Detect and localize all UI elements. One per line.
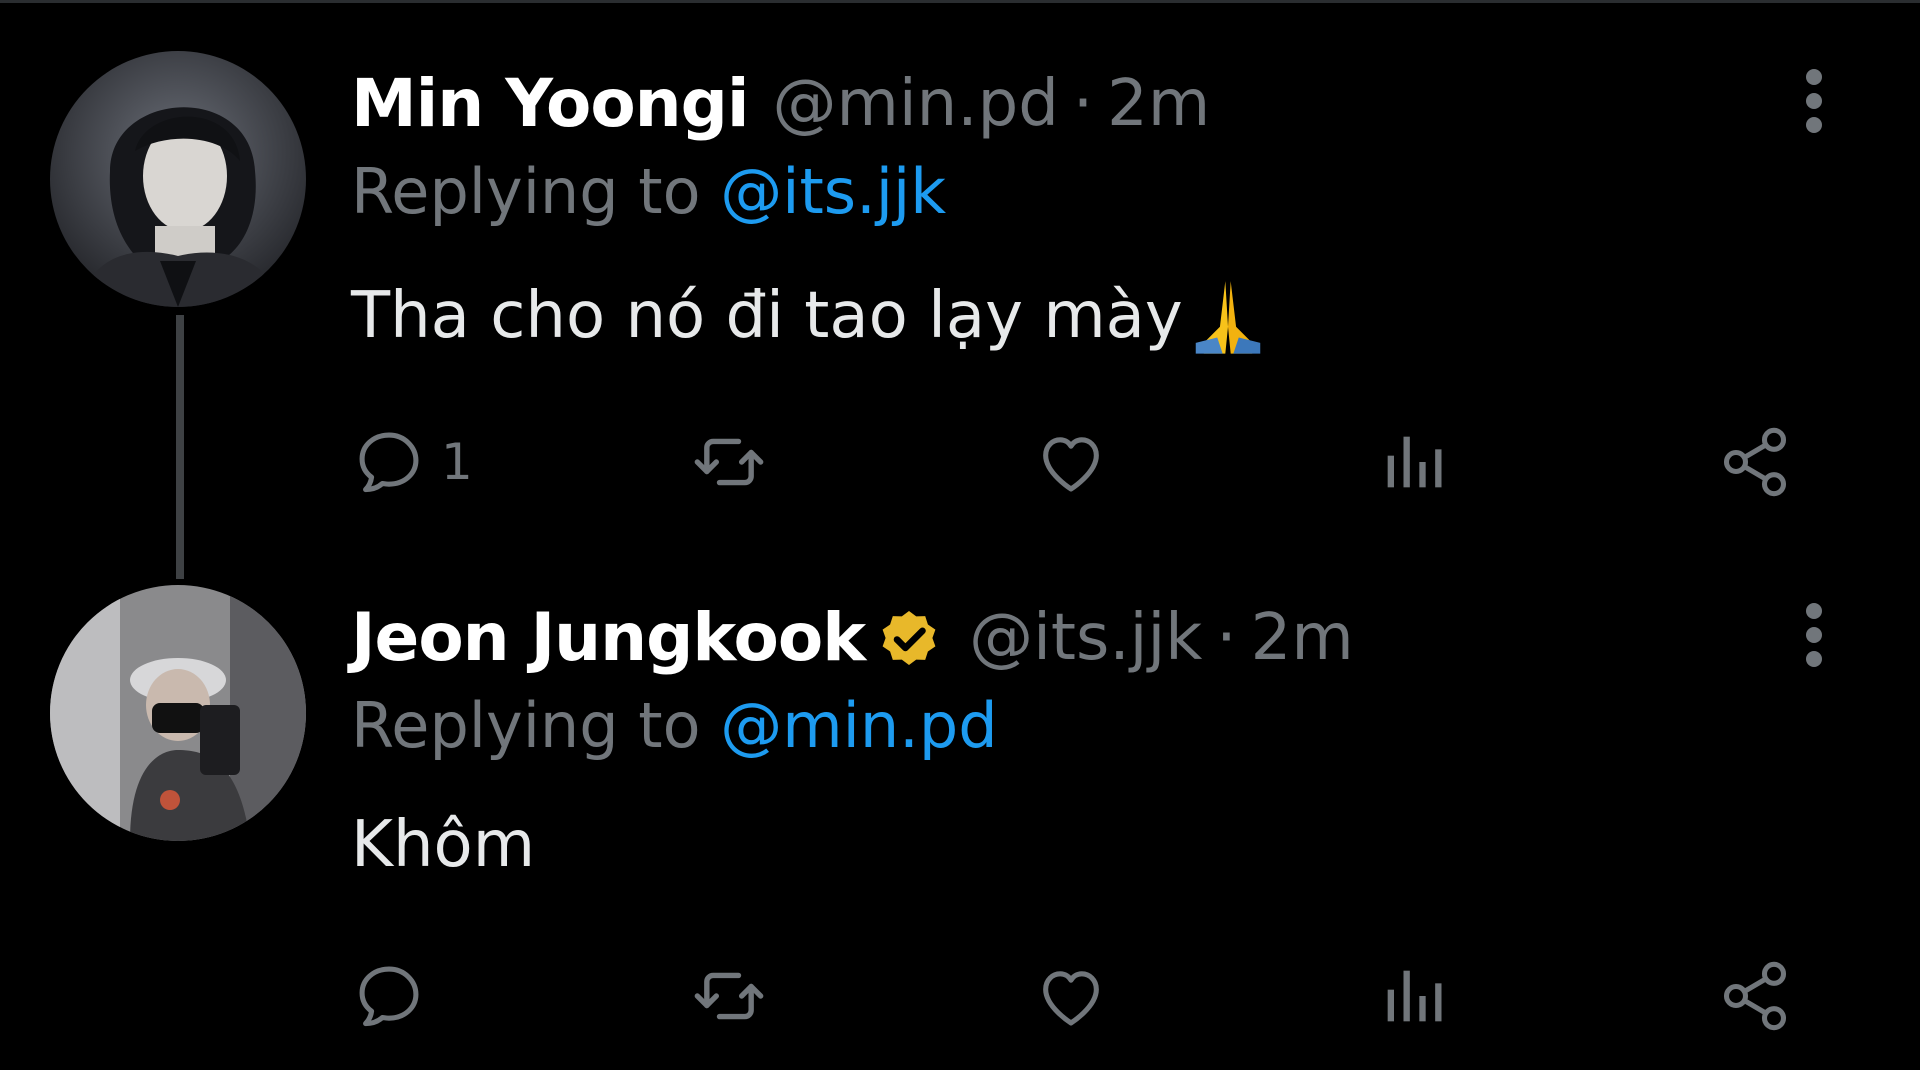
views-button[interactable] (1375, 951, 1451, 1041)
like-icon (1043, 971, 1099, 1026)
views-icon (1387, 970, 1442, 1022)
like-icon (1043, 437, 1099, 492)
retweet-button[interactable] (691, 417, 767, 507)
author-name[interactable]: Jeon Jungkook (351, 599, 866, 676)
author-name[interactable]: Min Yoongi (351, 65, 750, 142)
replying-to-line: Replying to @min.pd (351, 689, 998, 762)
tweet-text: Khôm (351, 808, 535, 882)
retweet-button[interactable] (691, 951, 767, 1041)
retweet-icon (694, 438, 764, 486)
views-button[interactable] (1375, 417, 1451, 507)
reply-icon (359, 432, 419, 493)
tweet-header: Min Yoongi @min.pd · 2m (351, 65, 1210, 142)
thread-connector-line (176, 315, 184, 579)
replying-to-mention[interactable]: @min.pd (720, 689, 997, 762)
replying-prefix: Replying to (351, 155, 701, 228)
author-handle[interactable]: @min.pd (773, 67, 1059, 141)
retweet-icon (694, 972, 764, 1020)
avatar-jeon-jungkook[interactable] (50, 585, 306, 841)
tweet-body: Khôm (351, 808, 536, 882)
replying-prefix: Replying to (351, 689, 701, 762)
tweet-actions: 1 (351, 417, 1801, 507)
more-icon[interactable] (1799, 67, 1829, 147)
separator-dot: · (1216, 600, 1237, 675)
reply-button[interactable]: 1 (351, 417, 473, 507)
tweet-timestamp[interactable]: 2m (1107, 67, 1210, 141)
share-icon (1723, 961, 1787, 1031)
like-button[interactable] (1033, 417, 1109, 507)
share-button[interactable] (1717, 417, 1793, 507)
tweet-body: Tha cho nó đi tao lạy mày (351, 279, 1183, 353)
avatar-min-yoongi[interactable] (50, 51, 306, 307)
reply-count: 1 (441, 433, 473, 491)
reply-icon (359, 966, 419, 1027)
tweet-actions (351, 951, 1801, 1041)
folded-hands-emoji (1185, 273, 1271, 359)
like-button[interactable] (1033, 951, 1109, 1041)
tweet-thread: Min Yoongi @min.pd · 2m Replying to @its… (0, 0, 1920, 1070)
share-button[interactable] (1717, 951, 1793, 1041)
views-icon (1387, 436, 1442, 488)
replying-to-mention[interactable]: @its.jjk (720, 155, 946, 228)
separator-dot: · (1072, 66, 1094, 141)
more-icon[interactable] (1799, 601, 1829, 681)
tweet-header: Jeon Jungkook @its.jjk · 2m (351, 599, 1354, 676)
tweet-text: Tha cho nó đi tao lạy mày (351, 273, 1271, 359)
replying-to-line: Replying to @its.jjk (351, 155, 946, 228)
share-icon (1723, 427, 1787, 497)
verified-badge-icon[interactable] (873, 602, 945, 674)
author-handle[interactable]: @its.jjk (969, 601, 1202, 675)
tweet-timestamp[interactable]: 2m (1251, 601, 1354, 675)
reply-button[interactable] (351, 951, 441, 1041)
